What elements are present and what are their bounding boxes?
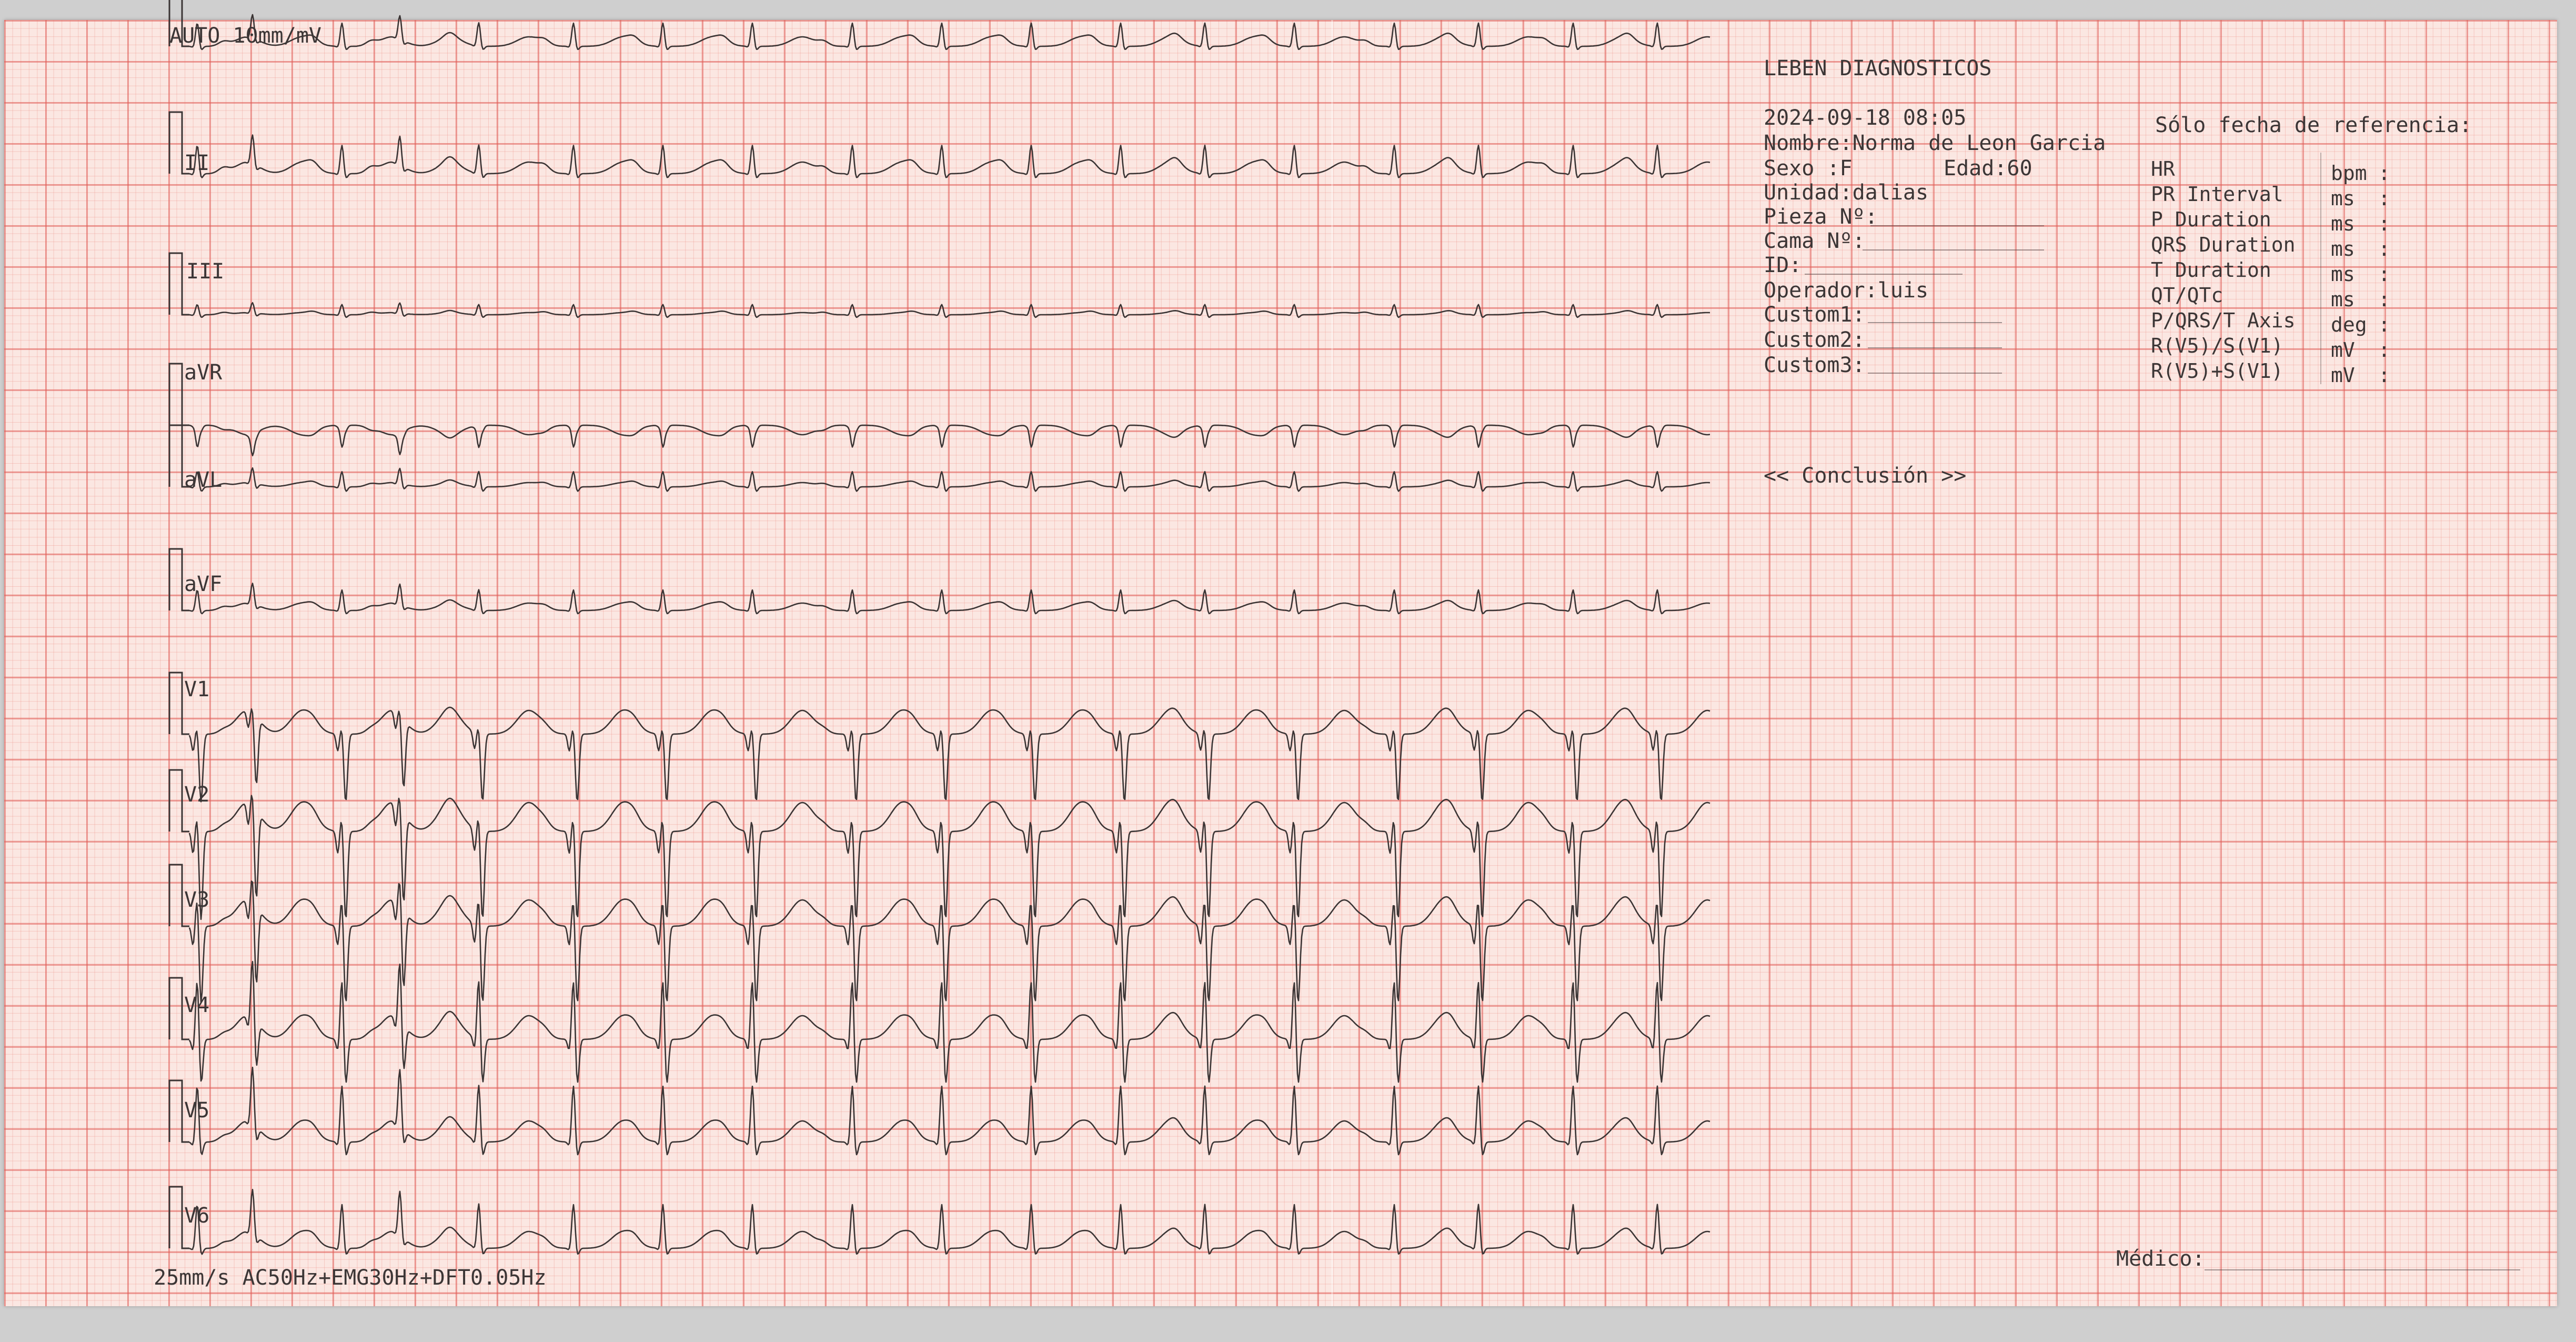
ecg-trace-avr (189, 424, 1710, 456)
ecg-trace-avl (189, 467, 1710, 492)
operator: Operador:luis (1764, 278, 1929, 303)
param-colon-rv5-sv1-ratio: : (2378, 338, 2390, 362)
medico-signature-line (2205, 1269, 2520, 1270)
param-unit-hr: bpm (2331, 162, 2367, 185)
ecg-trace-avf (189, 583, 1710, 615)
param-colon-axis: : (2378, 313, 2390, 336)
exam-datetime: 2024-09-18 08:05 (1764, 106, 1967, 130)
lead-label-v5: V5 (184, 1098, 210, 1123)
patient-sex: Sexo :F (1764, 156, 1853, 181)
patient-unit: Unidad:dalias (1764, 181, 1929, 205)
param-unit-p-duration: ms (2331, 212, 2355, 235)
reference-label: Sólo fecha de referencia: (2155, 113, 2472, 137)
custom3-blank-line (1868, 373, 2002, 374)
param-unit-rv5-sv1-sum: mV (2331, 364, 2355, 387)
lead-label-v4: V4 (184, 993, 210, 1017)
param-name-qt-qtc: QT/QTc (2151, 284, 2223, 307)
patient-bed: Cama Nº: (1764, 229, 1865, 253)
param-colon-pr-interval: : (2378, 187, 2390, 210)
room-blank-line (1870, 225, 2044, 226)
ecg-trace-v4 (188, 960, 1710, 1083)
param-name-rv5-sv1-ratio: R(V5)/S(V1) (2151, 334, 2283, 357)
param-colon-hr: : (2378, 162, 2390, 185)
custom3-field: Custom3: (1764, 353, 1865, 377)
custom1-blank-line (1868, 322, 2002, 323)
param-unit-axis: deg (2331, 313, 2367, 336)
param-colon-t-duration: : (2378, 263, 2390, 286)
param-name-qrs-duration: QRS Duration (2151, 233, 2296, 256)
ecg-trace-v3 (188, 880, 1710, 1003)
lead-label-v2: V2 (184, 783, 210, 807)
settings-label: AUTO 10mm/mV (169, 24, 321, 48)
medico-label: Médico: (2116, 1247, 2205, 1271)
patient-name: Nombre:Norma de Leon Garcia (1764, 131, 2106, 155)
lead-label-v3: V3 (184, 888, 210, 912)
ecg-trace-i (189, 14, 1710, 51)
param-name-rv5-sv1-sum: R(V5)+S(V1) (2151, 359, 2283, 383)
custom2-blank-line (1868, 347, 2002, 348)
param-unit-qrs-duration: ms (2331, 237, 2355, 261)
param-unit-pr-interval: ms (2331, 187, 2355, 210)
param-name-t-duration: T Duration (2151, 258, 2271, 282)
lead-label-ii: II (184, 151, 210, 175)
ecg-trace-v2 (188, 795, 1710, 920)
custom2-field: Custom2: (1764, 328, 1865, 352)
speed-filter-label: 25mm/s AC50Hz+EMG30Hz+DFT0.05Hz (154, 1266, 547, 1290)
lead-label-v6: V6 (184, 1204, 210, 1228)
param-unit-t-duration: ms (2331, 263, 2355, 286)
param-colon-p-duration: : (2378, 212, 2390, 235)
id-blank-line (1805, 274, 1963, 275)
lead-label-v1: V1 (184, 677, 210, 702)
ecg-trace-iii (189, 302, 1710, 318)
param-colon-rv5-sv1-sum: : (2378, 364, 2390, 387)
lead-label-avl: aVL (184, 468, 223, 492)
patient-age: Edad:60 (1944, 156, 2032, 181)
ecg-trace-v1 (188, 706, 1710, 803)
param-name-pr-interval: PR Interval (2151, 183, 2283, 206)
lead-label-iii: III (186, 259, 225, 284)
param-unit-rv5-sv1-ratio: mV (2331, 338, 2355, 362)
ecg-trace-v6 (189, 1189, 1710, 1255)
clinic-name: LEBEN DIAGNOSTICOS (1764, 56, 1992, 81)
conclusion-heading: << Conclusión >> (1764, 464, 1967, 488)
ecg-trace-ii (189, 134, 1710, 178)
patient-id: ID: (1764, 253, 1802, 277)
bed-blank-line (1863, 249, 2044, 251)
param-colon-qrs-duration: : (2378, 237, 2390, 261)
param-name-p-duration: P Duration (2151, 208, 2271, 231)
lead-label-avf: aVF (184, 572, 223, 596)
param-colon-qt-qtc: : (2378, 288, 2390, 311)
param-unit-divider (2320, 153, 2321, 384)
param-name-hr: HR (2151, 157, 2175, 181)
ecg-page: AUTO 10mm/mV II III aVR aVL aVF V1 V2 V3… (0, 0, 2576, 1342)
lead-label-avr: aVR (184, 360, 223, 385)
param-name-axis: P/QRS/T Axis (2151, 309, 2296, 332)
custom1-field: Custom1: (1764, 303, 1865, 327)
param-unit-qt-qtc: ms (2331, 288, 2355, 311)
patient-room: Pieza Nº: (1764, 205, 1878, 229)
